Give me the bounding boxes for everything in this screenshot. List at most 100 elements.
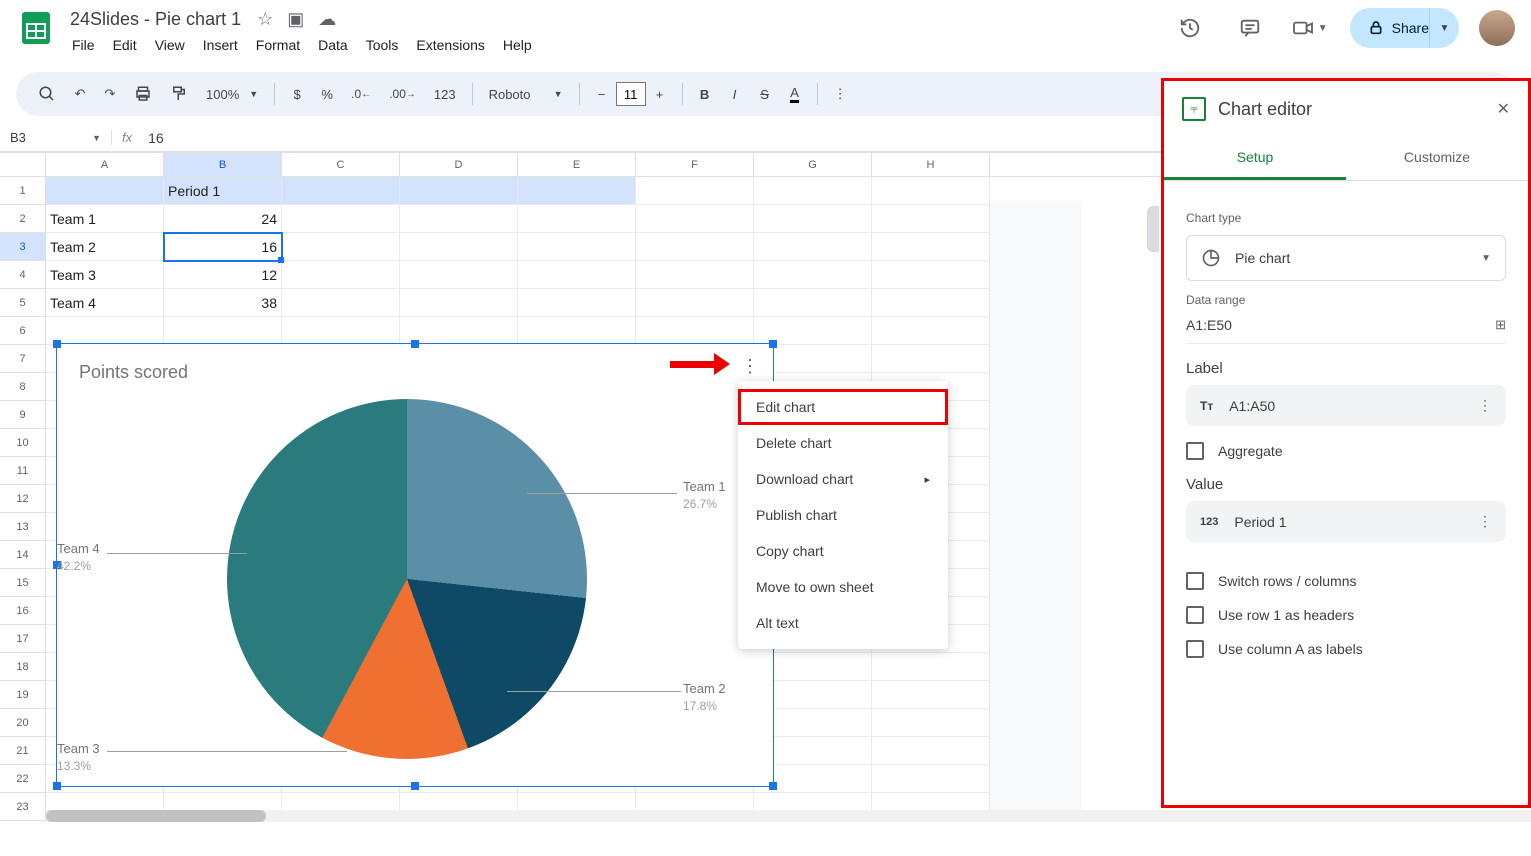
tab-setup[interactable]: Setup [1164,137,1346,180]
row-header[interactable]: 8 [0,373,46,401]
document-title[interactable]: 24Slides - Pie chart 1 [64,8,247,31]
menu-format[interactable]: Format [248,33,308,57]
print-icon[interactable] [126,79,160,109]
menu-extensions[interactable]: Extensions [408,33,492,57]
increase-decimal-icon[interactable]: .00→ [381,81,424,107]
chart-type-select[interactable]: Pie chart ▼ [1186,235,1506,281]
col-header[interactable]: C [282,153,400,176]
cell[interactable]: Team 2 [46,233,164,261]
row-header[interactable]: 17 [0,625,46,653]
row-header[interactable]: 10 [0,429,46,457]
switch-rows-checkbox[interactable] [1186,572,1204,590]
row-header[interactable]: 9 [0,401,46,429]
row-header[interactable]: 1 [0,177,46,205]
cell[interactable]: 38 [164,289,282,317]
resize-handle[interactable] [411,782,419,790]
search-icon[interactable] [30,79,64,109]
col-header[interactable]: F [636,153,754,176]
menu-help[interactable]: Help [495,33,540,57]
history-icon[interactable] [1170,8,1210,48]
value-series-pill[interactable]: 123 Period 1 ⋮ [1186,501,1506,542]
select-range-icon[interactable]: ⊞ [1495,317,1506,333]
redo-icon[interactable]: ↷ [96,80,124,108]
increase-font-icon[interactable]: + [646,81,674,108]
col-header[interactable]: E [518,153,636,176]
aggregate-checkbox[interactable] [1186,442,1204,460]
comments-icon[interactable] [1230,8,1270,48]
menu-edit-chart[interactable]: Edit chart [738,389,948,425]
row-header[interactable]: 6 [0,317,46,345]
tab-customize[interactable]: Customize [1346,137,1528,180]
row-header[interactable]: 22 [0,765,46,793]
percent-icon[interactable]: % [313,81,341,108]
col-header[interactable]: A [46,153,164,176]
menu-alt-text[interactable]: Alt text [738,605,948,641]
menu-tools[interactable]: Tools [358,33,407,57]
decrease-decimal-icon[interactable]: .0← [343,81,379,107]
move-icon[interactable]: ▣ [287,9,304,30]
row-header[interactable]: 5 [0,289,46,317]
bold-icon[interactable]: B [691,81,719,108]
row-header[interactable]: 16 [0,597,46,625]
cell[interactable]: 24 [164,205,282,233]
col-header[interactable]: H [872,153,990,176]
embedded-chart[interactable]: ⋮ Points scored Team 126.7% Team 217.8% … [56,343,774,787]
resize-handle[interactable] [53,340,61,348]
resize-handle[interactable] [53,782,61,790]
menu-copy-chart[interactable]: Copy chart [738,533,948,569]
row-header[interactable]: 20 [0,709,46,737]
more-icon[interactable]: ⋮ [1478,513,1492,530]
strikethrough-icon[interactable]: S [751,81,779,108]
italic-icon[interactable]: I [721,81,749,108]
paint-format-icon[interactable] [162,79,196,109]
expand-side-panel-icon[interactable] [1147,206,1159,252]
meet-icon[interactable]: ▼ [1290,8,1330,48]
select-all-corner[interactable] [0,153,46,176]
name-box[interactable]: B3▼ [0,130,112,145]
cell[interactable]: Team 4 [46,289,164,317]
more-icon[interactable]: ⋮ [826,80,855,108]
colA-labels-checkbox[interactable] [1186,640,1204,658]
resize-handle[interactable] [411,340,419,348]
more-formats-button[interactable]: 123 [426,81,464,108]
row-header[interactable]: 7 [0,345,46,373]
close-icon[interactable]: ✕ [1497,99,1510,119]
account-avatar[interactable] [1479,10,1515,46]
row-header[interactable]: 23 [0,793,46,821]
text-color-icon[interactable]: A [781,79,809,109]
row-header[interactable]: 15 [0,569,46,597]
row-header[interactable]: 19 [0,681,46,709]
row-header[interactable]: 12 [0,485,46,513]
more-icon[interactable]: ⋮ [1478,397,1492,414]
menu-download-chart[interactable]: Download chart▸ [738,461,948,497]
row1-headers-checkbox[interactable] [1186,606,1204,624]
menu-delete-chart[interactable]: Delete chart [738,425,948,461]
font-size-input[interactable] [616,82,646,106]
menu-insert[interactable]: Insert [195,33,246,57]
decrease-font-icon[interactable]: − [588,81,616,108]
data-range-input[interactable]: A1:E50 [1186,317,1232,333]
share-dropdown[interactable]: ▼ [1429,8,1459,48]
cell[interactable]: Period 1 [164,177,282,205]
currency-icon[interactable]: $ [283,81,311,108]
cell[interactable]: Team 3 [46,261,164,289]
zoom-select[interactable]: 100%▼ [198,81,266,108]
row-header[interactable]: 11 [0,457,46,485]
row-header[interactable]: 13 [0,513,46,541]
menu-publish-chart[interactable]: Publish chart [738,497,948,533]
undo-icon[interactable]: ↶ [66,80,94,108]
chart-more-icon[interactable]: ⋮ [741,356,759,377]
cell[interactable]: 12 [164,261,282,289]
row-header[interactable]: 21 [0,737,46,765]
row-header[interactable]: 18 [0,653,46,681]
row-header[interactable]: 24 [0,821,46,822]
menu-data[interactable]: Data [310,33,356,57]
label-range-pill[interactable]: Tᴛ A1:A50 ⋮ [1186,385,1506,426]
row-header[interactable]: 4 [0,261,46,289]
row-header[interactable]: 2 [0,205,46,233]
row-header[interactable]: 3 [0,233,46,261]
menu-view[interactable]: View [147,33,193,57]
star-icon[interactable]: ☆ [257,9,273,30]
menu-edit[interactable]: Edit [105,33,145,57]
cell[interactable]: Team 1 [46,205,164,233]
